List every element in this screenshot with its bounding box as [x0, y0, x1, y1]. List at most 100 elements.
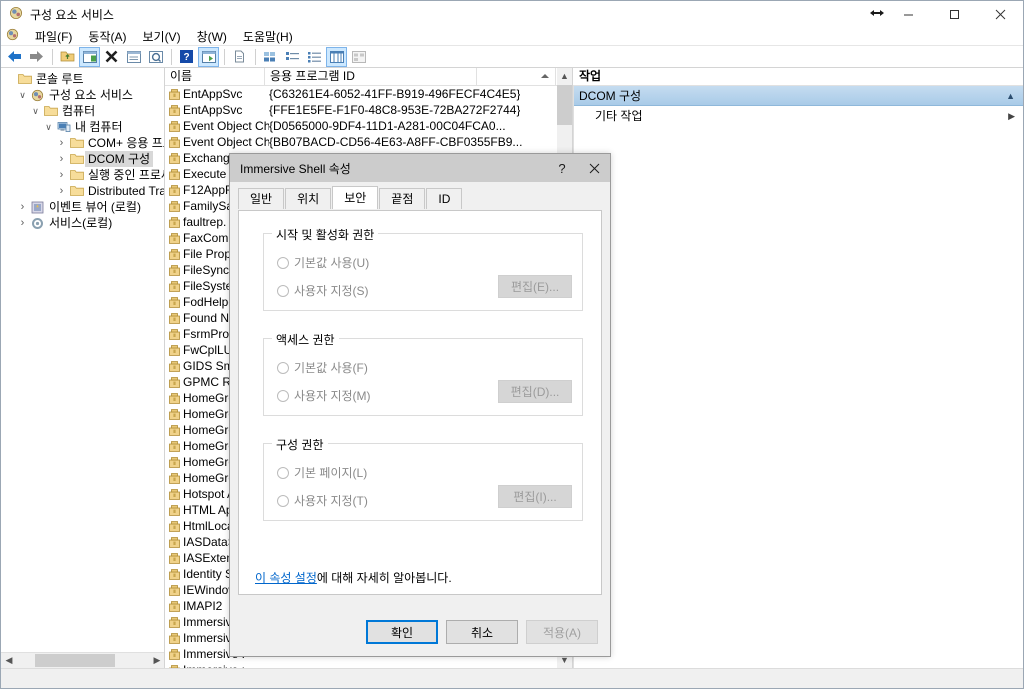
- tree-item-8[interactable]: › 이벤트 뷰어 (로컬): [1, 199, 164, 215]
- maximize-button[interactable]: [931, 1, 977, 27]
- radio-circle-icon[interactable]: [277, 284, 289, 297]
- tab-general[interactable]: 일반: [238, 188, 285, 209]
- tree-item-3[interactable]: ∨ 내 컴퓨터: [1, 119, 164, 135]
- actions-item-more-actions[interactable]: 기타 작업 ▶: [573, 106, 1023, 126]
- tree-scroll-track[interactable]: [17, 653, 149, 668]
- chevron-down-icon[interactable]: ∨: [16, 87, 29, 103]
- back-icon[interactable]: [4, 47, 25, 67]
- radio-default-page-config[interactable]: 기본 페이지(L): [277, 464, 367, 481]
- tree-item-1[interactable]: ∨ 구성 요소 서비스: [1, 87, 164, 103]
- radio-use-default-launch[interactable]: 기본값 사용(U): [277, 254, 369, 271]
- list-row[interactable]: Event Object Ch...{BB07BACD-CD56-4E63-A8…: [165, 134, 572, 150]
- help-icon[interactable]: ?: [176, 47, 197, 67]
- tree-item-9[interactable]: › 서비스(로컬): [1, 215, 164, 231]
- list-row[interactable]: EntAppSvc {FFE1E5FE-F1F0-48C8-953E-72BA27…: [165, 102, 572, 118]
- dialog-close-button[interactable]: [578, 154, 610, 182]
- show-hide-console-tree-icon[interactable]: [79, 46, 100, 67]
- radio-circle-icon[interactable]: [277, 361, 289, 374]
- radio-use-default-access[interactable]: 기본값 사용(F): [277, 359, 368, 376]
- scroll-right-arrow-icon[interactable]: ▶: [149, 653, 164, 668]
- chevron-right-icon[interactable]: ›: [16, 199, 29, 215]
- tree-item-4[interactable]: › COM+ 응용 프로: [1, 135, 164, 151]
- apply-button[interactable]: 적용(A): [526, 620, 598, 644]
- learn-more-link[interactable]: 이 속성 설정: [255, 571, 317, 585]
- dcom-application-icon: [165, 616, 183, 629]
- tree-item-7[interactable]: › Distributed Trans: [1, 183, 164, 199]
- small-icons-view-icon[interactable]: [282, 47, 303, 67]
- list-row[interactable]: Event Object Ch...{D0565000-9DF4-11D1-A2…: [165, 118, 572, 134]
- cancel-button[interactable]: 취소: [446, 620, 518, 644]
- dialog-title-bar: Immersive Shell 속성 ?: [230, 154, 610, 182]
- scroll-left-arrow-icon[interactable]: ◀: [1, 653, 17, 668]
- chevron-down-icon[interactable]: ∨: [29, 103, 42, 119]
- minimize-button[interactable]: [885, 1, 931, 27]
- edit-launch-permissions-button[interactable]: 편집(E)...: [498, 275, 572, 298]
- actions-group-dcom[interactable]: DCOM 구성 ▲: [573, 86, 1023, 106]
- dcom-application-icon: [165, 280, 183, 293]
- arrange-icons-icon[interactable]: [348, 47, 369, 67]
- chevron-right-icon[interactable]: ›: [55, 151, 68, 167]
- actions-pane: 작업 DCOM 구성 ▲ 기타 작업 ▶: [573, 68, 1023, 668]
- chevron-right-icon[interactable]: ›: [16, 215, 29, 231]
- tab-identity[interactable]: ID: [426, 188, 463, 209]
- dialog-help-button[interactable]: ?: [546, 154, 578, 182]
- radio-circle-icon[interactable]: [277, 256, 289, 269]
- tree-scroll-thumb[interactable]: [35, 654, 115, 667]
- event-viewer-icon: [29, 201, 46, 214]
- tab-location[interactable]: 위치: [285, 188, 332, 209]
- actions-item-label: 기타 작업: [595, 109, 643, 123]
- dcom-application-icon: [165, 600, 183, 613]
- list-row[interactable]: EntAppSvc {C63261E4-6052-41FF-B919-496FEC…: [165, 86, 572, 102]
- tab-security[interactable]: 보안: [332, 186, 379, 209]
- menu-item-window[interactable]: 창(W): [189, 27, 235, 46]
- tree-item-6[interactable]: › 실행 중인 프로세: [1, 167, 164, 183]
- tree-horizontal-scrollbar[interactable]: ◀ ▶: [1, 652, 164, 668]
- column-header-appid[interactable]: 응용 프로그램 ID: [265, 68, 477, 86]
- dcom-application-icon: [165, 136, 183, 149]
- menu-item-file[interactable]: 파일(F): [27, 27, 80, 46]
- radio-circle-icon[interactable]: [277, 466, 289, 479]
- title-bar: 구성 요소 서비스: [1, 1, 1023, 27]
- list-scroll-thumb[interactable]: [557, 85, 572, 125]
- tree-item-2[interactable]: ∨ 컴퓨터: [1, 103, 164, 119]
- edit-configuration-permissions-button[interactable]: 편집(I)...: [498, 485, 572, 508]
- ok-button[interactable]: 확인: [366, 620, 438, 644]
- detail-view-icon[interactable]: [326, 46, 347, 67]
- column-header-name[interactable]: 이름: [165, 68, 265, 86]
- forward-icon[interactable]: [26, 47, 47, 67]
- menu-item-view[interactable]: 보기(V): [134, 27, 188, 46]
- tree-item-label: 컴퓨터: [62, 104, 96, 118]
- chevron-right-icon[interactable]: ▶: [1008, 106, 1015, 126]
- radio-circle-icon[interactable]: [277, 494, 289, 507]
- menu-item-help[interactable]: 도움말(H): [235, 27, 301, 46]
- delete-icon[interactable]: [101, 47, 122, 67]
- chevron-right-icon[interactable]: ›: [55, 135, 68, 151]
- radio-customize-launch[interactable]: 사용자 지정(S): [277, 282, 369, 299]
- show-hide-action-pane-icon[interactable]: [198, 46, 219, 67]
- radio-circle-icon[interactable]: [277, 389, 289, 402]
- dcom-application-icon: [165, 408, 183, 421]
- tree-item-0[interactable]: 콘솔 루트: [1, 71, 164, 87]
- close-button[interactable]: [977, 1, 1023, 27]
- radio-customize-access[interactable]: 사용자 지정(M): [277, 387, 371, 404]
- chevron-right-icon[interactable]: ›: [55, 183, 68, 199]
- scroll-up-arrow-icon[interactable]: ▲: [557, 68, 572, 84]
- access-permissions-group: 액세스 권한 기본값 사용(F) 사용자 지정(M) 편집(D)...: [263, 331, 583, 416]
- refresh-icon[interactable]: [145, 47, 166, 67]
- tree-item-5[interactable]: › DCOM 구성: [1, 151, 164, 167]
- export-list-icon[interactable]: [229, 47, 250, 67]
- learn-more-rest: 에 대해 자세히 알아봅니다.: [316, 571, 452, 585]
- menu-item-action[interactable]: 동작(A): [80, 27, 134, 46]
- list-view-icon[interactable]: [304, 47, 325, 67]
- chevron-down-icon[interactable]: ∨: [42, 119, 55, 135]
- dialog-buttons: 확인 취소 적용(A): [230, 608, 610, 656]
- large-icons-view-icon[interactable]: [260, 47, 281, 67]
- chevron-up-icon[interactable]: ▲: [1006, 86, 1015, 106]
- radio-customize-config[interactable]: 사용자 지정(T): [277, 492, 368, 509]
- edit-access-permissions-button[interactable]: 편집(D)...: [498, 380, 572, 403]
- column-header-extra[interactable]: [477, 68, 556, 86]
- tab-endpoints[interactable]: 끝점: [379, 188, 426, 209]
- chevron-right-icon[interactable]: ›: [55, 167, 68, 183]
- up-one-level-icon[interactable]: [57, 47, 78, 67]
- properties-icon[interactable]: [123, 47, 144, 67]
